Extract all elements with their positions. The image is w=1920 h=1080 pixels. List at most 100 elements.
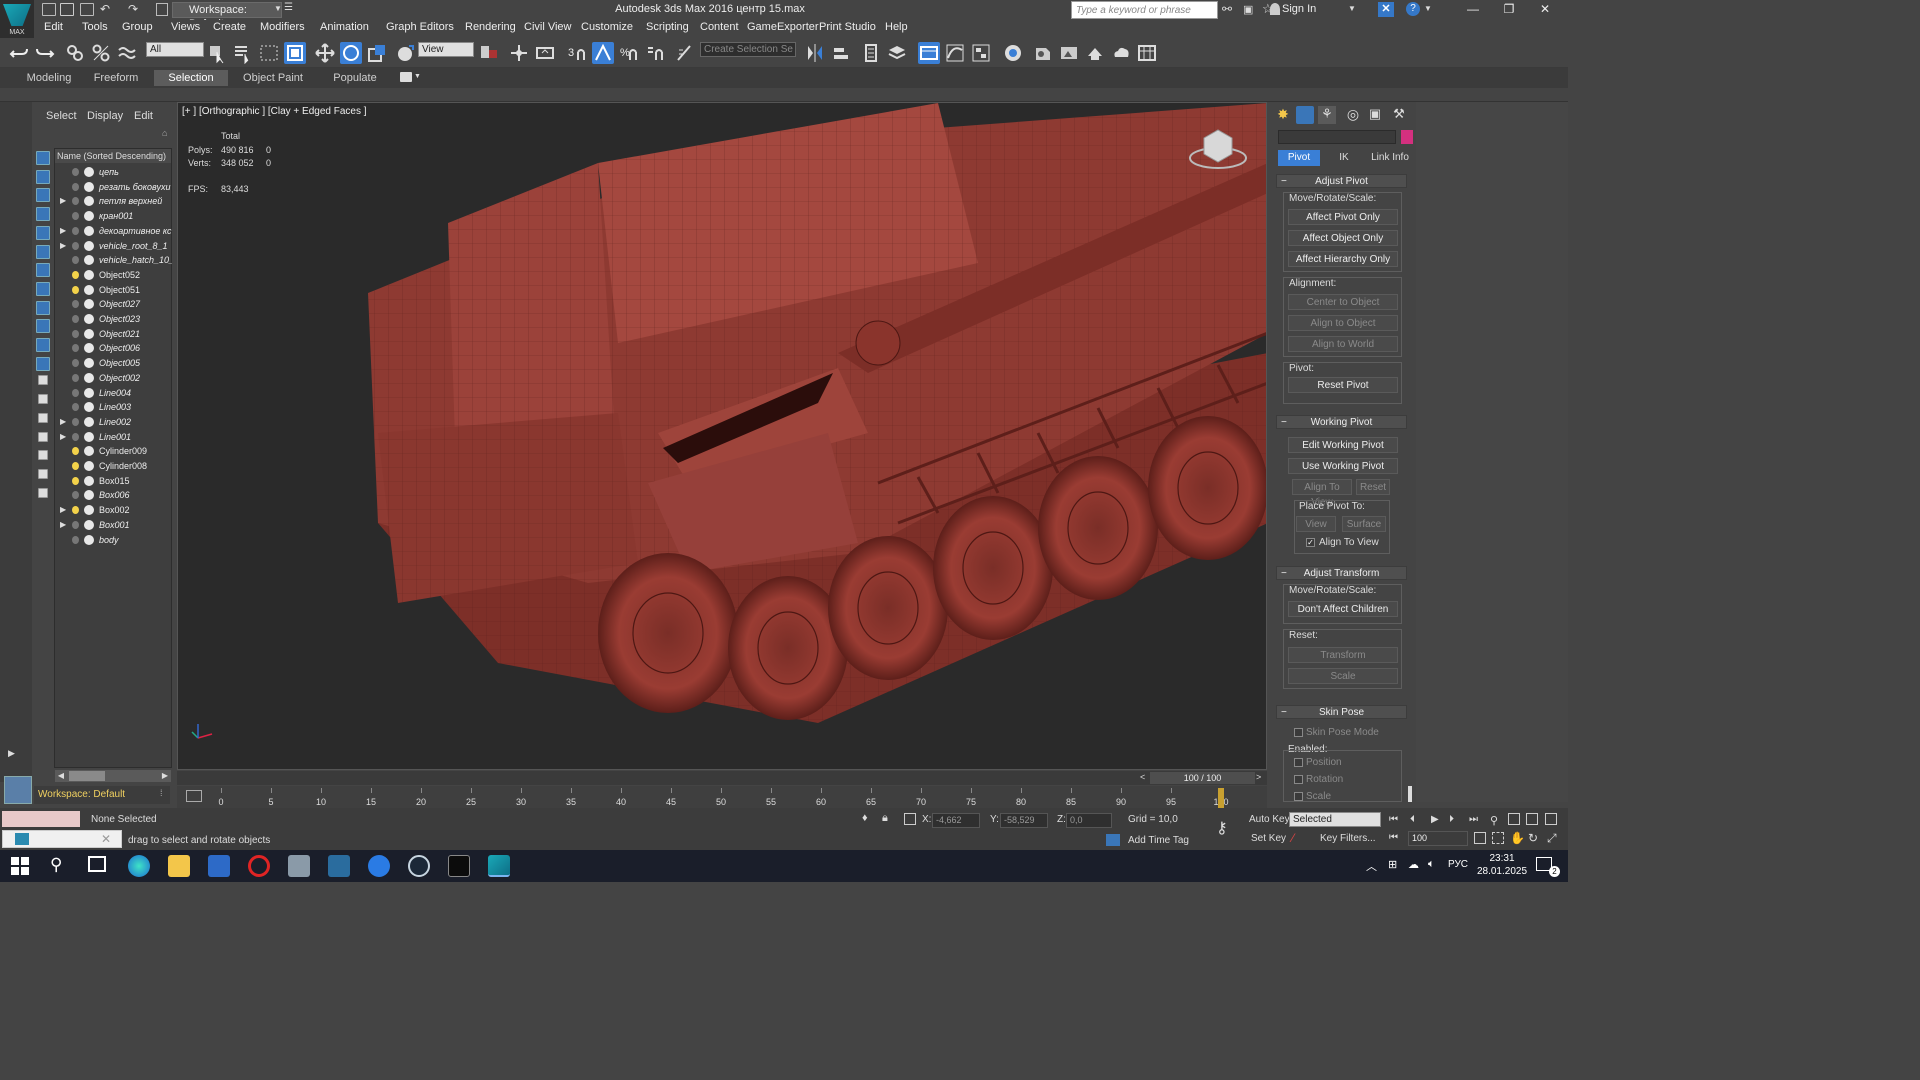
open-file-icon[interactable] [60, 3, 74, 16]
mirror-icon[interactable] [804, 42, 826, 64]
toggle-scene-explorer-icon[interactable] [860, 42, 882, 64]
select-and-scale-icon[interactable] [366, 42, 388, 64]
select-invert-icon[interactable] [38, 431, 48, 442]
windows-start-icon[interactable] [11, 857, 29, 875]
select-none-icon[interactable] [38, 412, 48, 423]
menu-modifiers[interactable]: Modifiers [260, 21, 305, 33]
edge-browser-icon[interactable] [128, 855, 150, 877]
visibility-bulb-icon[interactable] [72, 168, 79, 176]
language-indicator[interactable]: РУС [1448, 859, 1468, 870]
maximize-viewport-icon[interactable]: ⤢ [1547, 831, 1557, 846]
tree-node[interactable]: ▶ Line002 [56, 415, 172, 430]
zoom-extents-icon[interactable] [1526, 813, 1538, 825]
sign-in-link[interactable]: Sign In [1282, 3, 1316, 15]
display-invert-icon[interactable] [36, 188, 50, 203]
render-setup-icon[interactable] [1032, 42, 1054, 64]
tree-node[interactable]: Cylinder009 [56, 444, 172, 459]
maximize-button[interactable]: ❐ [1494, 1, 1524, 19]
zoom-region-icon[interactable] [1492, 832, 1504, 844]
visibility-bulb-icon[interactable] [72, 212, 79, 221]
ribbon-tab-populate[interactable]: Populate [320, 70, 390, 86]
align-to-world-button[interactable]: Align to World [1288, 336, 1398, 352]
z-coordinate-field[interactable]: 0,0 [1066, 813, 1112, 828]
select-and-rotate-icon[interactable] [340, 42, 362, 64]
expand-layouts-icon[interactable]: ▶ [8, 748, 15, 759]
menu-content[interactable]: Content [700, 21, 739, 33]
visibility-bulb-icon[interactable] [72, 417, 79, 426]
current-frame-marker[interactable] [1218, 788, 1224, 808]
mini-curve-editor-icon[interactable] [186, 790, 202, 802]
absolute-mode-icon[interactable] [904, 813, 916, 825]
named-selection-dropdown[interactable]: Create Selection Se [700, 42, 796, 57]
menu-graph-editors[interactable]: Graph Editors [386, 21, 454, 33]
filter-lights-icon[interactable] [36, 244, 50, 259]
ribbon-tab-modeling[interactable]: Modeling [14, 70, 84, 86]
key-selection-set-dropdown[interactable]: Selected [1289, 812, 1381, 827]
visibility-bulb-icon[interactable] [72, 388, 79, 397]
menu-help[interactable]: Help [885, 21, 908, 33]
tree-node[interactable]: кран001 [56, 209, 172, 224]
volume-icon[interactable]: 🔈︎ [1428, 858, 1435, 871]
selection-filter-dropdown[interactable]: All [146, 42, 204, 57]
filter-spacewarps-icon[interactable] [36, 300, 50, 315]
name-column-header[interactable]: Name (Sorted Descending) [55, 149, 171, 163]
explorer-workspace-label[interactable]: Workspace: Default [34, 786, 170, 804]
search-taskbar-icon[interactable]: ⚲ [50, 855, 62, 875]
subtab-pivot[interactable]: Pivot [1278, 150, 1320, 166]
auto-key-button[interactable]: Auto Key [1249, 814, 1290, 825]
object-name-field[interactable] [1278, 130, 1396, 144]
go-to-end-icon[interactable]: ⏭ [1469, 814, 1478, 825]
toggle-ribbon-icon[interactable] [918, 42, 940, 64]
close-button[interactable]: ✕ [1530, 1, 1560, 19]
window-crossing-icon[interactable] [284, 42, 306, 64]
visibility-bulb-icon[interactable] [72, 315, 79, 323]
tree-node[interactable]: Object052 [56, 268, 172, 283]
align-to-view-button[interactable]: Align To View [1292, 479, 1352, 508]
filter-bones-icon[interactable] [36, 356, 50, 371]
visibility-bulb-icon[interactable] [72, 300, 79, 309]
exchange-apps-icon[interactable]: ✕ [1378, 2, 1394, 17]
tree-node[interactable]: Line003 [56, 400, 172, 415]
visibility-bulb-icon[interactable] [72, 359, 79, 368]
reset-pivot-button[interactable]: Reset Pivot [1288, 377, 1398, 393]
hierarchy-panel-icon[interactable]: ⚘ [1318, 106, 1336, 124]
expand-arrow-icon[interactable]: ▶ [60, 194, 66, 208]
rendered-frame-window-icon[interactable] [1058, 42, 1080, 64]
select-and-manipulate-icon[interactable] [508, 42, 530, 64]
align-to-object-button[interactable]: Align to Object [1288, 315, 1398, 331]
search-input[interactable]: Type a keyword or phrase [1071, 1, 1218, 19]
display-all-icon[interactable] [36, 169, 50, 184]
create-panel-icon[interactable]: ✸ [1274, 106, 1292, 124]
select-and-move-icon[interactable] [314, 42, 336, 64]
go-to-start-icon[interactable]: ⏮ [1389, 814, 1398, 825]
sort-icon[interactable] [38, 375, 48, 386]
cloud-icon[interactable]: ☁ [1408, 858, 1419, 871]
filter-cameras-icon[interactable] [36, 263, 50, 278]
working-pivot-reset-button[interactable]: Reset [1356, 479, 1390, 495]
explorer-tab-select[interactable]: Select [46, 110, 77, 122]
key-mode-toggle-icon[interactable]: ⏮ [1389, 832, 1398, 843]
affect-object-only-button[interactable]: Affect Object Only [1288, 230, 1398, 246]
set-key-button[interactable]: Set Key [1251, 833, 1286, 844]
menu-animation[interactable]: Animation [320, 21, 369, 33]
select-and-link-icon[interactable] [64, 42, 86, 64]
zoom-all-icon[interactable] [1508, 813, 1520, 825]
render-in-cloud-icon[interactable] [1110, 42, 1132, 64]
menu-gameexporter[interactable]: GameExporter [747, 21, 819, 33]
align-to-view-checkbox[interactable]: ✓ [1306, 538, 1315, 547]
x-coordinate-field[interactable]: -4,662 [932, 813, 980, 828]
visibility-bulb-icon[interactable] [72, 226, 79, 235]
tree-node[interactable]: Object023 [56, 312, 172, 327]
ribbon-tab-object-paint[interactable]: Object Paint [236, 70, 310, 86]
visibility-bulb-icon[interactable] [72, 373, 79, 382]
selection-lock-icon[interactable]: 🔒︎ [882, 812, 888, 825]
unlink-selection-icon[interactable] [90, 42, 112, 64]
tree-node[interactable]: Object051 [56, 283, 172, 298]
menu-rendering[interactable]: Rendering [465, 21, 516, 33]
center-to-object-button[interactable]: Center to Object [1288, 294, 1398, 310]
workspace-dropdown[interactable]: Workspace: Default [172, 2, 282, 30]
system-clock[interactable]: 23:31 28.01.2025 [1472, 852, 1532, 878]
tree-node[interactable]: Object021 [56, 327, 172, 342]
key-filters-button[interactable]: Key Filters... [1320, 833, 1376, 844]
keyboard-shortcut-override-icon[interactable] [534, 42, 556, 64]
